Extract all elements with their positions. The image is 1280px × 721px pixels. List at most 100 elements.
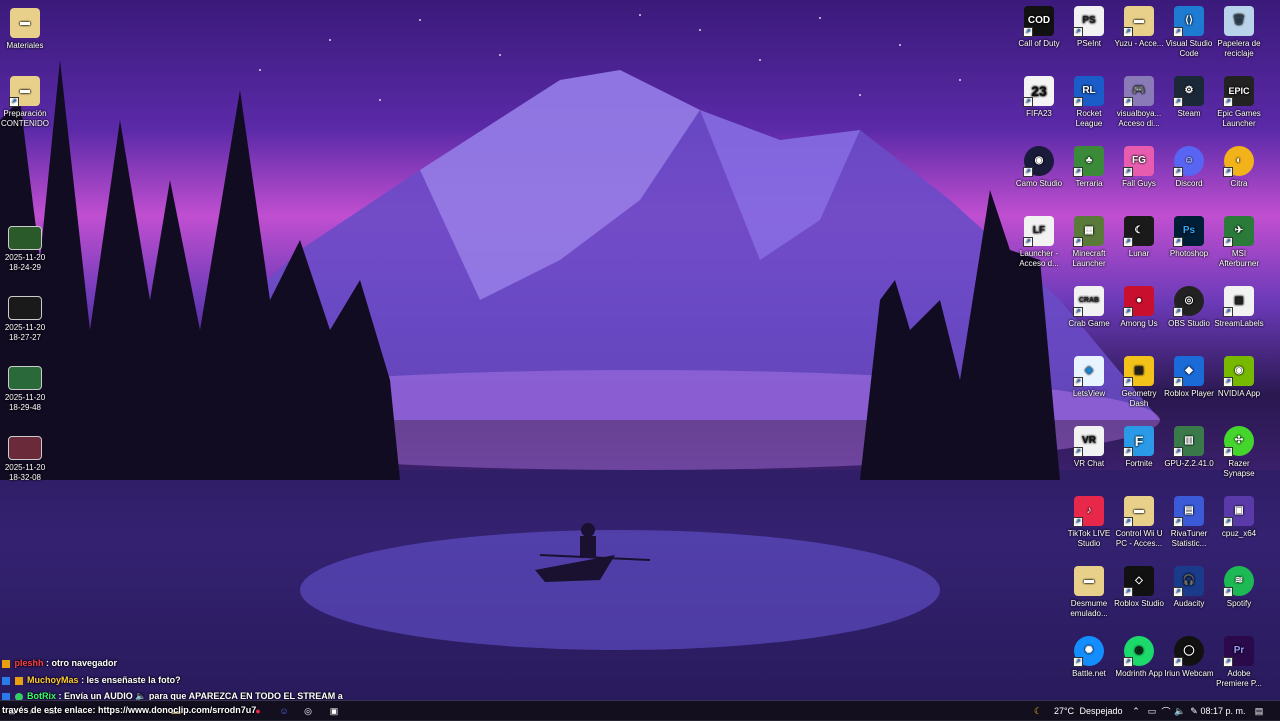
- folder-icon: ▬: [1074, 566, 1104, 596]
- icon-label: Modrinth App: [1115, 669, 1163, 678]
- desktop-icon-geometry-dash[interactable]: ▩ ↗ Geometry Dash: [1114, 356, 1164, 409]
- icon-date: 2025-11-20: [4, 463, 46, 472]
- citra-icon: ◐ ↗: [1223, 146, 1254, 177]
- volume-icon[interactable]: 🔈: [1174, 703, 1186, 719]
- icon-label: FIFA23: [1026, 109, 1052, 118]
- weather-temp[interactable]: 27°C: [1050, 703, 1078, 719]
- desktop-icon-roblox-studio[interactable]: ◇ ↗ Roblox Studio: [1114, 566, 1164, 609]
- premiere-icon: Pr ↗: [1223, 636, 1254, 667]
- desktop-icon-video-1[interactable]: 2025-11-20 18-24-29: [0, 226, 50, 273]
- desktop-icon-crab-game[interactable]: CRAB ↗ Crab Game: [1064, 286, 1114, 329]
- video-thumbnail-icon: [8, 366, 42, 390]
- desktop-icon-cpuz[interactable]: ▣ ↗ cpuz_x64: [1214, 496, 1264, 539]
- desktop-icon-preparacion[interactable]: ▬ ↗ Preparación CONTENIDO: [0, 76, 50, 129]
- desktop-icon-video-2[interactable]: 2025-11-20 18-27-27: [0, 296, 50, 343]
- gpuz-icon: ▥ ↗: [1173, 426, 1204, 457]
- folder-icon: ▬: [10, 8, 40, 38]
- desktop-icon-desmume[interactable]: ▬ Desmume emulado...: [1064, 566, 1114, 619]
- vscode-icon: ⟨⟩ ↗: [1173, 6, 1204, 37]
- icon-label: Among Us: [1120, 319, 1158, 328]
- wifi-icon[interactable]: ⌒: [1160, 703, 1172, 719]
- desktop-icon-control-wiiu[interactable]: ▬ ↗ Control Wii U PC - Acces...: [1114, 496, 1164, 549]
- desktop-icon-photoshop[interactable]: Ps ↗ Photoshop: [1164, 216, 1214, 259]
- icon-date: 2025-11-20: [4, 323, 46, 332]
- icon-label: Photoshop: [1169, 249, 1209, 258]
- desktop-icon-recycle-bin[interactable]: 🗑 Papelera de reciclaje: [1214, 6, 1264, 59]
- chat-text: través de este enlace: https://www.donoc…: [2, 705, 257, 715]
- desktop-icon-video-3[interactable]: 2025-11-20 18-29-48: [0, 366, 50, 413]
- desktop-icon-fortnite[interactable]: F ↗ Fortnite: [1114, 426, 1164, 469]
- desktop-icon-premiere[interactable]: Pr ↗ Adobe Premiere P...: [1214, 636, 1264, 689]
- icon-label: Iriun Webcam: [1164, 669, 1214, 678]
- desktop-icon-msi[interactable]: ✈ ↗ MSI Afterburner: [1214, 216, 1264, 269]
- video-thumbnail-icon: [8, 436, 42, 460]
- chat-text: : otro navegador: [46, 658, 118, 668]
- discord-taskbar-icon[interactable]: ☺: [276, 703, 292, 719]
- cpuz-icon: ▣ ↗: [1223, 496, 1254, 527]
- desktop-icon-vscode[interactable]: ⟨⟩ ↗ Visual Studio Code: [1164, 6, 1214, 59]
- among-us-icon: ● ↗: [1123, 286, 1154, 317]
- desktop-icon-steam[interactable]: ⚙ ↗ Steam: [1164, 76, 1214, 119]
- desktop-icon-minecraft[interactable]: ▦ ↗ Minecraft Launcher: [1064, 216, 1114, 269]
- desktop-icon-discord[interactable]: ☺ ↗ Discord: [1164, 146, 1214, 189]
- desktop-icon-battlenet[interactable]: ✺ ↗ Battle.net: [1064, 636, 1114, 679]
- chat-message-continuation: través de este enlace: https://www.donoc…: [2, 705, 256, 715]
- mod-badge-icon: [2, 659, 10, 668]
- desktop-icon-roblox-player[interactable]: ◆ ↗ Roblox Player: [1164, 356, 1214, 399]
- desktop-icon-letsview[interactable]: ◈ ↗ LetsView: [1064, 356, 1114, 399]
- desktop-icon-video-4[interactable]: 2025-11-20 18-32-08: [0, 436, 50, 483]
- desktop-icon-epic[interactable]: EPIC ↗ Epic Games Launcher: [1214, 76, 1264, 129]
- desktop-icon-pseint[interactable]: PS ↗ PSeInt: [1064, 6, 1114, 49]
- chat-message: MuchoyMas : les enseñaste la foto?: [2, 675, 181, 685]
- icon-label: Steam: [1177, 109, 1201, 118]
- desktop-icon-among-us[interactable]: ● ↗ Among Us: [1114, 286, 1164, 329]
- desktop-icon-modrinth[interactable]: ◎ ↗ Modrinth App: [1114, 636, 1164, 679]
- icon-label: Desmume emulado...: [1070, 599, 1108, 618]
- clock[interactable]: 08:17 p. m.: [1200, 703, 1246, 719]
- desktop-icon-yuzu[interactable]: ▬ ↗ Yuzu - Acce...: [1114, 6, 1164, 49]
- nvidia-icon: ◉ ↗: [1223, 356, 1254, 387]
- desktop-icon-visualboy[interactable]: 🎮 ↗ visualboya... Acceso di...: [1114, 76, 1164, 129]
- pseint-icon: PS ↗: [1073, 6, 1104, 37]
- desktop-icon-lunar[interactable]: ☾ ↗ Lunar: [1114, 216, 1164, 259]
- icon-label: Materiales: [6, 41, 44, 50]
- desktop-icon-gpuz[interactable]: ▥ ↗ GPU-Z.2.41.0: [1164, 426, 1214, 469]
- icon-label: visualboya... Acceso di...: [1116, 109, 1162, 128]
- desktop-icon-rocket-league[interactable]: RL ↗ Rocket League: [1064, 76, 1114, 129]
- network-icon[interactable]: ▭: [1146, 703, 1158, 719]
- desktop-icon-tiktok[interactable]: ♪ ↗ TikTok LIVE Studio: [1064, 496, 1114, 549]
- desktop-icon-launcher[interactable]: LF ↗ Launcher - Acceso d...: [1014, 216, 1064, 269]
- epic-games-icon: EPIC ↗: [1223, 76, 1254, 107]
- desktop-icon-fall-guys[interactable]: FG ↗ Fall Guys: [1114, 146, 1164, 189]
- desktop-icon-call-of-duty[interactable]: COD ↗ Call of Duty: [1014, 6, 1064, 49]
- desktop-icon-iriun[interactable]: ◯ ↗ Iriun Webcam: [1164, 636, 1214, 679]
- desktop-icon-terraria[interactable]: ♣ ↗ Terraria: [1064, 146, 1114, 189]
- desktop-icon-audacity[interactable]: 🎧 ↗ Audacity: [1164, 566, 1214, 609]
- desktop-icon-razer[interactable]: ✣ ↗ Razer Synapse: [1214, 426, 1264, 479]
- desktop-icon-obs[interactable]: ◎ ↗ OBS Studio: [1164, 286, 1214, 329]
- folder-icon: ▬ ↗: [1123, 6, 1154, 37]
- chevron-up-icon[interactable]: ⌃: [1130, 703, 1142, 719]
- icon-label: GPU-Z.2.41.0: [1164, 459, 1214, 468]
- desktop-icon-camo[interactable]: ◉ ↗ Camo Studio: [1014, 146, 1064, 189]
- desktop-icon-spotify[interactable]: ≋ ↗ Spotify: [1214, 566, 1264, 609]
- desktop-icon-materiales[interactable]: ▬ Materiales: [0, 8, 50, 51]
- icon-label: Crab Game: [1068, 319, 1110, 328]
- fifa-icon: 23 ↗: [1023, 76, 1054, 107]
- desktop-icon-rivatuner[interactable]: ▤ ↗ RivaTuner Statistic...: [1164, 496, 1214, 549]
- icon-label: StreamLabels: [1214, 319, 1264, 328]
- desktop-icon-citra[interactable]: ◐ ↗ Citra: [1214, 146, 1264, 189]
- desktop-icon-nvidia[interactable]: ◉ ↗ NVIDIA App: [1214, 356, 1264, 399]
- desktop-icon-streamlabels[interactable]: ▣ ↗ StreamLabels: [1214, 286, 1264, 329]
- weather-desc[interactable]: Despejado: [1078, 703, 1124, 719]
- notifications-icon[interactable]: ▤: [1252, 703, 1266, 719]
- obs-taskbar-icon[interactable]: ◎: [300, 703, 316, 719]
- pen-icon[interactable]: ✎: [1188, 703, 1200, 719]
- desktop-icon-vrchat[interactable]: VR ↗ VR Chat: [1064, 426, 1114, 469]
- window-taskbar-icon[interactable]: ▣: [326, 703, 342, 719]
- desktop-icon-fifa23[interactable]: 23 ↗ FIFA23: [1014, 76, 1064, 119]
- icon-label: Camo Studio: [1015, 179, 1063, 188]
- icon-label: Razer Synapse: [1223, 459, 1255, 478]
- mod-badge-icon: [14, 676, 23, 685]
- razer-icon: ✣ ↗: [1223, 426, 1254, 457]
